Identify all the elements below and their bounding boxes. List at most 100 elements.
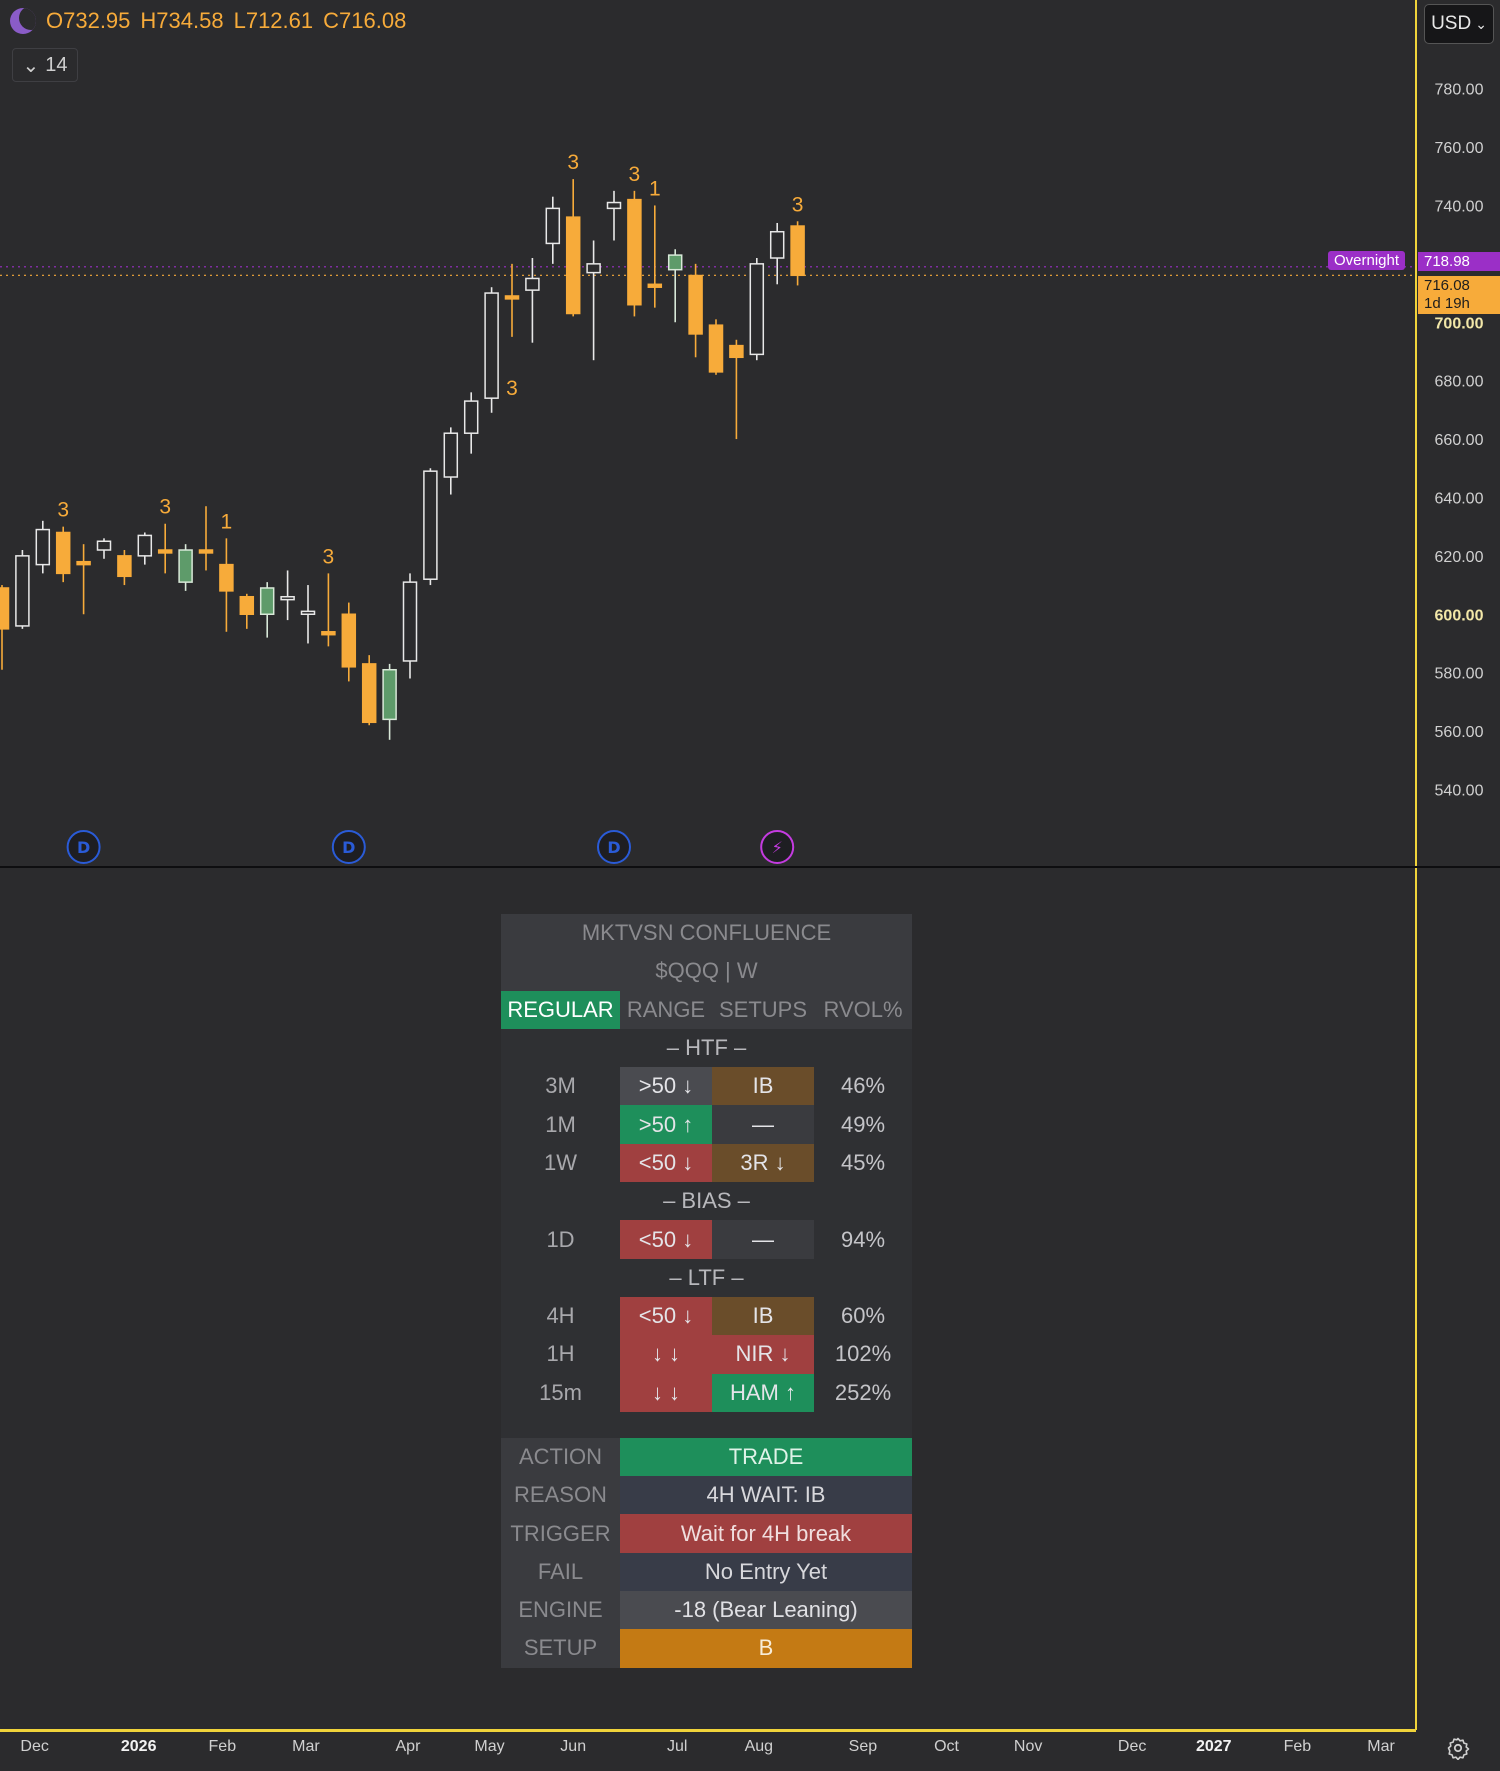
candle: 1 xyxy=(647,177,663,308)
candle-body xyxy=(361,663,377,724)
bar-countdown: 1d 19h xyxy=(1424,295,1470,312)
candle-pattern-cell: IB xyxy=(712,1067,814,1106)
action-value: 4H WAIT: IB xyxy=(620,1476,912,1515)
trend-cell: ↓ ↓ xyxy=(620,1373,712,1412)
timeframe-row: 1H ↓ ↓ NIR ↓ 102% xyxy=(501,1335,912,1374)
candle-body xyxy=(280,595,295,601)
candle-body xyxy=(35,528,51,566)
candle xyxy=(545,196,561,264)
tab-range[interactable]: RANGE xyxy=(620,990,712,1029)
action-row: ENGINE -18 (Bear Leaning) xyxy=(501,1591,912,1630)
currency-selector[interactable]: USD ⌄ xyxy=(1424,4,1494,44)
candle xyxy=(341,602,357,682)
rvol-cell: 102% xyxy=(814,1335,912,1374)
candle-body xyxy=(402,581,418,662)
candle-body xyxy=(790,225,805,277)
candle-body xyxy=(627,198,642,306)
timeframe-label: 4H xyxy=(501,1296,620,1336)
lightning-event-marker[interactable]: ⚡ xyxy=(760,830,795,864)
time-tick-label: Mar xyxy=(1367,1738,1395,1755)
candle xyxy=(402,573,418,679)
price-tick-label: 780.00 xyxy=(1435,82,1484,99)
timeframe-label: 15m xyxy=(501,1373,620,1412)
candle-body xyxy=(239,595,255,616)
candle-body xyxy=(565,216,581,315)
timeframe-label: 1M xyxy=(501,1105,620,1144)
candle-body xyxy=(463,400,479,434)
gear-icon[interactable] xyxy=(1446,1736,1470,1760)
time-tick-label: Dec xyxy=(1117,1738,1147,1755)
timeframe-label: 1H xyxy=(501,1335,620,1374)
overnight-price-tag: 718.98 xyxy=(1418,252,1500,271)
action-label: SETUP xyxy=(501,1629,620,1668)
candle-body xyxy=(219,563,234,592)
moon-icon[interactable] xyxy=(10,8,36,34)
candle-count-label: 3 xyxy=(792,193,804,216)
time-tick-label: Dec xyxy=(20,1738,49,1755)
candle-pattern-cell: — xyxy=(712,1220,814,1259)
candle-body xyxy=(729,344,744,359)
candle-count-label: 3 xyxy=(629,163,641,186)
time-tick-label: 2027 xyxy=(1195,1738,1232,1755)
timeframe-sections: – HTF –3M >50 ↓ IB 46% 1M >50 ↑ —49% 1W <50 ↓ 3R … xyxy=(501,1028,912,1412)
candle xyxy=(463,392,479,454)
candle xyxy=(198,506,214,571)
candle-body xyxy=(137,534,153,557)
action-value: Wait for 4H break xyxy=(620,1514,912,1553)
last-price-tag: 716.08 1d 19h xyxy=(1418,276,1500,314)
action-value: TRADE xyxy=(620,1437,912,1477)
candle: 3 xyxy=(627,163,642,317)
candle xyxy=(667,249,683,323)
candle xyxy=(35,520,51,574)
time-tick-label: 2026 xyxy=(120,1738,157,1755)
time-tick-label: Feb xyxy=(208,1738,237,1755)
tab-rvol[interactable]: RVOL% xyxy=(814,990,912,1029)
candle-pattern-cell: NIR ↓ xyxy=(712,1335,814,1374)
ohlc-readout: O732.95 H734.58 L712.61 C716.08 xyxy=(10,8,406,34)
candle xyxy=(239,593,255,629)
candle-body xyxy=(117,555,132,578)
dividend-marker[interactable]: D xyxy=(331,830,366,864)
section-heading: – HTF – xyxy=(501,1028,912,1068)
candle xyxy=(443,427,459,495)
candle: 3 xyxy=(790,193,805,286)
time-tick-label: Apr xyxy=(395,1738,421,1755)
tab-setups[interactable]: SETUPS xyxy=(712,990,814,1029)
marker-label: D xyxy=(607,838,620,857)
dividend-marker[interactable]: D xyxy=(597,830,631,864)
timeframe-label: 3M xyxy=(501,1067,620,1106)
candle xyxy=(708,319,724,375)
candle xyxy=(586,240,601,361)
close-value: C716.08 xyxy=(323,8,407,33)
time-tick-label: May xyxy=(474,1738,505,1755)
candle-body xyxy=(259,587,275,616)
candle-count-label: 3 xyxy=(567,151,579,174)
trend-cell: <50 ↓ xyxy=(620,1296,712,1336)
price-tick-label: 580.00 xyxy=(1435,666,1484,683)
action-label: ACTION xyxy=(501,1437,620,1477)
dividend-marker[interactable]: D xyxy=(66,830,101,864)
candle-body xyxy=(382,668,397,721)
candle-body xyxy=(545,207,561,245)
action-value: No Entry Yet xyxy=(620,1552,912,1592)
candle xyxy=(280,570,295,621)
candle-body xyxy=(667,254,683,271)
candle xyxy=(137,532,153,565)
candle-body xyxy=(178,549,193,583)
price-tick-label: 660.00 xyxy=(1435,432,1484,449)
confluence-tabs: REGULAR RANGE SETUPS RVOL% xyxy=(501,990,912,1029)
indicator-collapse-button[interactable]: ⌄ 14 xyxy=(12,48,78,82)
candle-body xyxy=(443,432,459,478)
high-value: H734.58 xyxy=(140,8,224,33)
price-tick-label: 700.00 xyxy=(1435,315,1484,332)
price-tick-label: 640.00 xyxy=(1435,490,1484,507)
section-heading: – BIAS – xyxy=(501,1182,912,1221)
candle: 3 xyxy=(55,499,71,583)
candle-count-label: 3 xyxy=(323,545,335,568)
tab-regular[interactable]: REGULAR xyxy=(501,990,620,1029)
action-value: B xyxy=(620,1629,912,1668)
trend-cell: <50 ↓ xyxy=(620,1220,712,1259)
candle xyxy=(76,544,91,615)
timeframe-row: 1W <50 ↓ 3R ↓ 45% xyxy=(501,1143,912,1183)
chevron-down-icon: ⌄ xyxy=(1475,15,1487,32)
